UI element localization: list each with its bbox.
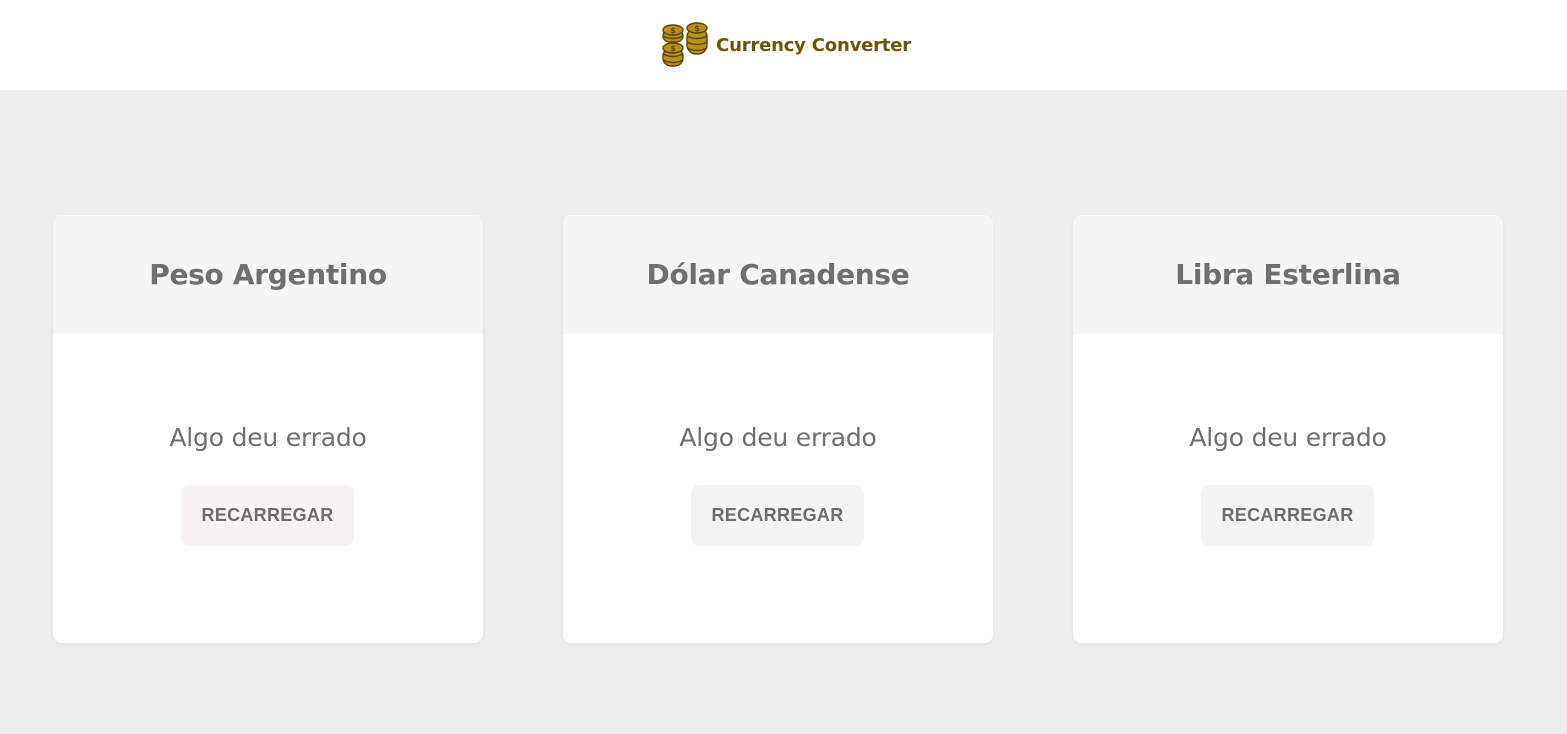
- error-message: Algo deu errado: [1189, 423, 1387, 452]
- svg-text:$: $: [670, 26, 676, 35]
- card-header: Dólar Canadense: [563, 215, 993, 334]
- brand[interactable]: $ $ $ Currency Converter: [662, 22, 911, 68]
- card-body: Algo deu errado RECARREGAR: [563, 334, 993, 643]
- card-title: Libra Esterlina: [1175, 258, 1401, 291]
- currency-card-peso-argentino: Peso Argentino Algo deu errado RECARREGA…: [53, 215, 483, 643]
- svg-text:$: $: [670, 44, 676, 53]
- reload-button[interactable]: RECARREGAR: [691, 485, 864, 546]
- card-header: Peso Argentino: [53, 215, 483, 334]
- error-message: Algo deu errado: [169, 423, 367, 452]
- card-title: Dólar Canadense: [646, 258, 910, 291]
- card-body: Algo deu errado RECARREGAR: [53, 334, 483, 643]
- card-title: Peso Argentino: [149, 258, 387, 291]
- card-body: Algo deu errado RECARREGAR: [1073, 334, 1503, 643]
- card-header: Libra Esterlina: [1073, 215, 1503, 334]
- app-title: Currency Converter: [716, 34, 911, 56]
- reload-button[interactable]: RECARREGAR: [1201, 485, 1374, 546]
- error-message: Algo deu errado: [679, 423, 877, 452]
- currency-card-libra-esterlina: Libra Esterlina Algo deu errado RECARREG…: [1073, 215, 1503, 643]
- currency-card-dolar-canadense: Dólar Canadense Algo deu errado RECARREG…: [563, 215, 993, 643]
- main-content: Peso Argentino Algo deu errado RECARREGA…: [0, 90, 1567, 734]
- svg-text:$: $: [694, 24, 700, 33]
- reload-button[interactable]: RECARREGAR: [181, 485, 354, 546]
- top-bar: $ $ $ Currency Converter: [0, 0, 1567, 90]
- coins-stack-icon: $ $ $: [662, 22, 708, 67]
